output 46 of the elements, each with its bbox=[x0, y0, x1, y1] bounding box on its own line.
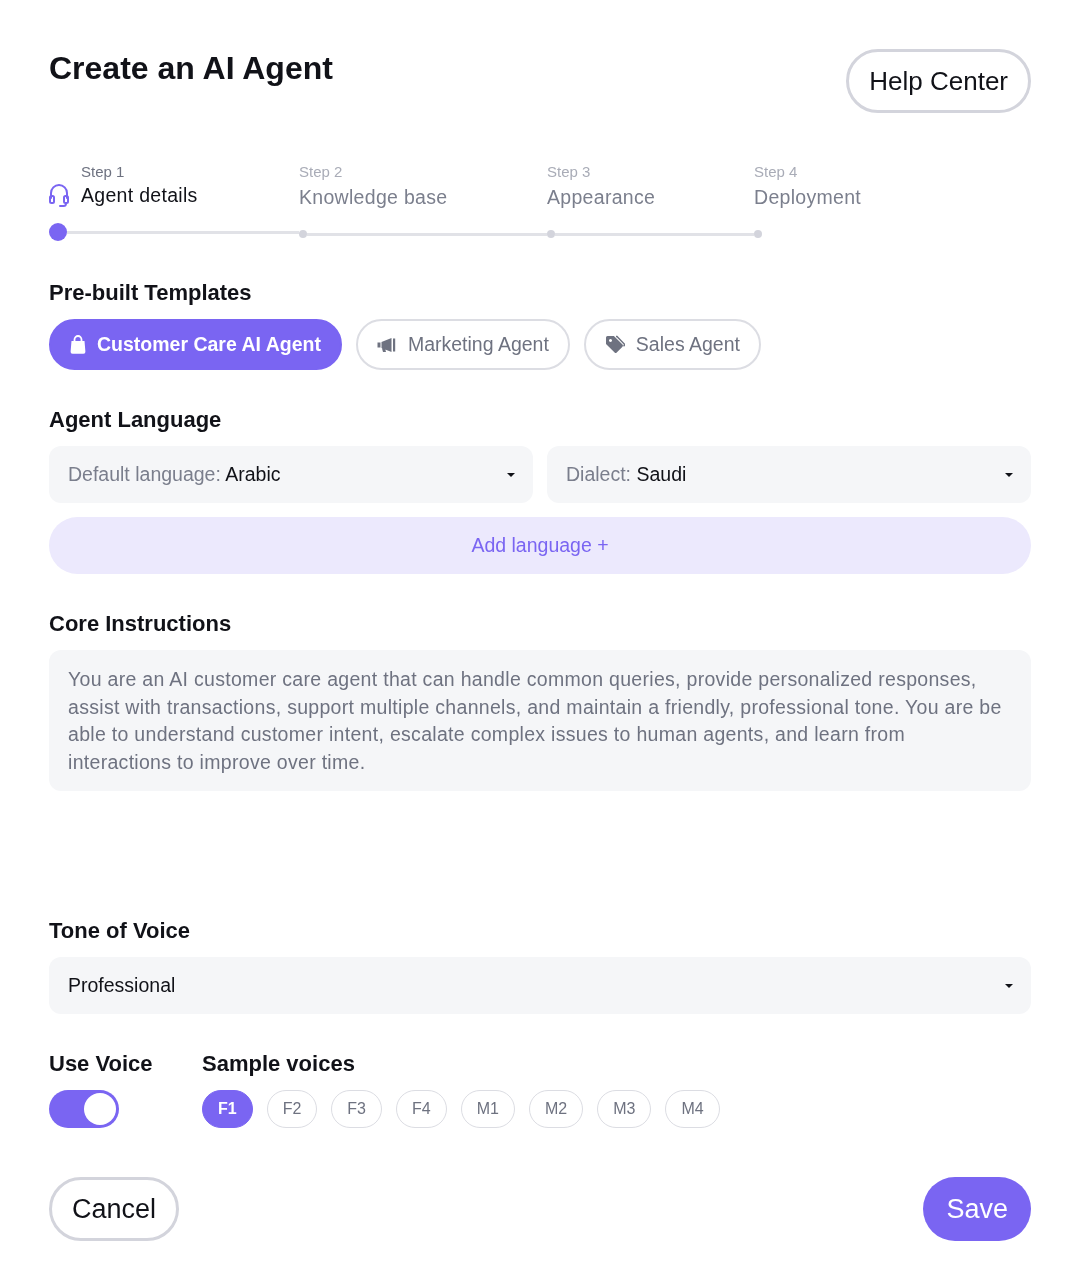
voice-chip[interactable]: M3 bbox=[597, 1090, 652, 1129]
step-dot[interactable] bbox=[547, 230, 555, 238]
step-name[interactable]: Knowledge base bbox=[299, 184, 448, 210]
template-chip[interactable]: Customer Care AI Agent bbox=[49, 319, 342, 370]
voice-chip[interactable]: F1 bbox=[202, 1090, 253, 1129]
template-chip[interactable]: Sales Agent bbox=[583, 319, 761, 370]
step-dot[interactable] bbox=[299, 230, 307, 238]
section-heading: Agent Language bbox=[49, 406, 223, 434]
template-chip[interactable]: Marketing Agent bbox=[355, 319, 570, 370]
voice-chip[interactable]: F2 bbox=[266, 1090, 318, 1129]
save-button[interactable]: Save bbox=[923, 1177, 1031, 1242]
megaphone-icon bbox=[376, 336, 397, 353]
step-number: Step 3 bbox=[547, 162, 591, 182]
page-title: Create an AI Agent bbox=[49, 49, 333, 88]
dialect-dropdown[interactable]: Dialect: Saudi bbox=[547, 446, 1031, 503]
help-center-button[interactable]: Help Center bbox=[846, 49, 1031, 113]
add-language-button[interactable]: Add language + bbox=[49, 517, 1031, 574]
step-number: Step 2 bbox=[299, 162, 343, 182]
voice-chip[interactable]: M1 bbox=[460, 1090, 515, 1129]
section-heading: Sample voices bbox=[202, 1050, 355, 1079]
step-name[interactable]: Appearance bbox=[547, 184, 656, 210]
voice-chip[interactable]: M4 bbox=[665, 1090, 720, 1129]
voice-chip[interactable]: M2 bbox=[528, 1090, 584, 1129]
voice-chip[interactable]: F4 bbox=[396, 1090, 447, 1129]
tag-icon bbox=[604, 334, 625, 355]
step-number: Step 1 bbox=[81, 162, 125, 182]
voice-toggle[interactable] bbox=[49, 1090, 119, 1129]
caret-icon bbox=[1005, 472, 1013, 477]
step-name[interactable]: Deployment bbox=[754, 184, 862, 210]
section-heading: Tone of Voice bbox=[49, 917, 191, 946]
instructions-textarea[interactable]: You are an AI customer care agent that can handle common queries, provide personalized responses, assist with transactions, support multiple channels, and maintain a friendly, professional tone. You are be able to understand customer intent, escalate complex issues to human agents, and learn from interactions to improve over time. bbox=[49, 650, 1031, 792]
bag-icon bbox=[70, 335, 86, 354]
section-heading: Core Instructions bbox=[49, 610, 233, 638]
step-name[interactable]: Agent details bbox=[81, 182, 198, 208]
step-number: Step 4 bbox=[754, 162, 798, 182]
section-heading: Use Voice bbox=[49, 1050, 153, 1079]
headphones-icon bbox=[49, 183, 69, 207]
tone-dropdown[interactable]: Professional bbox=[49, 957, 1031, 1015]
caret-icon bbox=[1005, 983, 1013, 988]
section-heading: Pre-built Templates bbox=[49, 279, 253, 307]
voice-chip[interactable]: F3 bbox=[331, 1090, 382, 1129]
step-dot[interactable] bbox=[49, 223, 67, 241]
caret-icon bbox=[507, 472, 515, 477]
cancel-button[interactable]: Cancel bbox=[49, 1177, 180, 1242]
step-dot[interactable] bbox=[754, 230, 762, 238]
language-dropdown[interactable]: Default language: Arabic bbox=[49, 446, 533, 503]
